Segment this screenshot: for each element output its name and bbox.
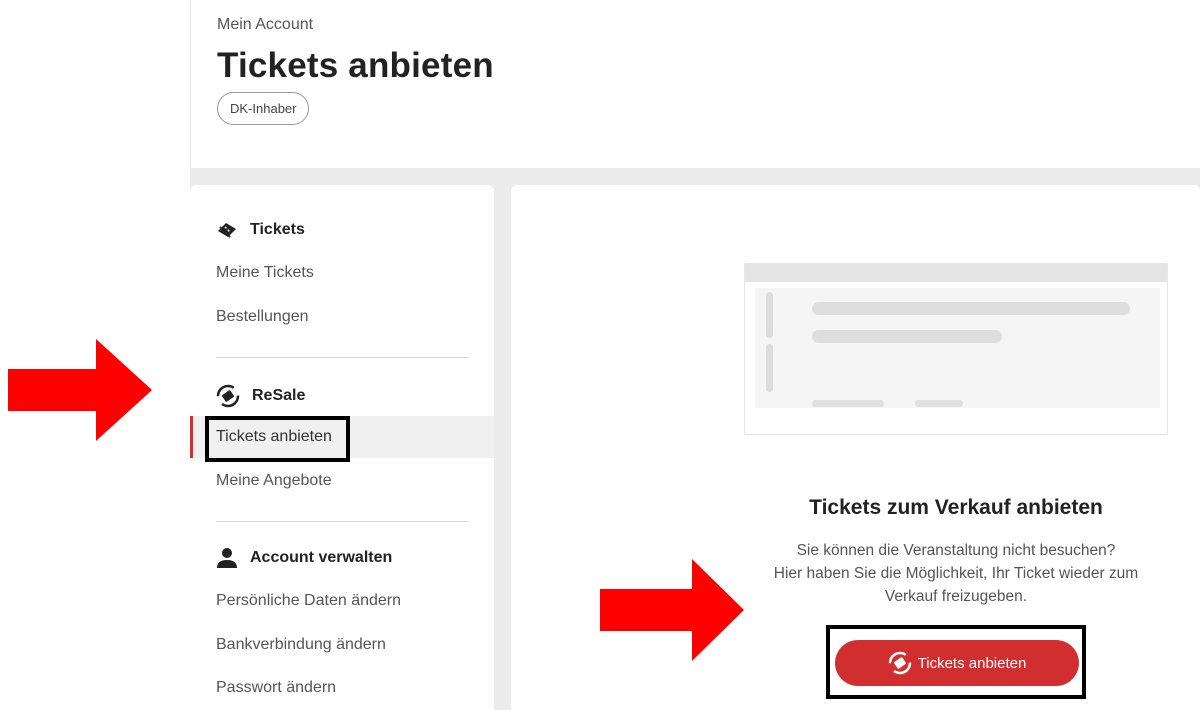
page-title: Tickets anbieten	[217, 46, 494, 85]
highlight-box	[205, 416, 350, 462]
sidebar-section-title: Account verwalten	[250, 549, 393, 566]
arrow-right-icon	[8, 339, 152, 441]
cta-description: Sie können die Veranstaltung nicht besuc…	[735, 539, 1177, 608]
illustration-stub	[766, 344, 773, 392]
sidebar-section-title: ReSale	[252, 387, 306, 404]
sidebar-item-meine-tickets[interactable]: Meine Tickets	[190, 252, 494, 294]
cta-text-line: Sie können die Veranstaltung nicht besuc…	[796, 542, 1116, 559]
user-icon	[217, 548, 237, 568]
sidebar-item-meine-angebote[interactable]: Meine Angebote	[190, 460, 494, 502]
cta-text-line: Hier haben Sie die Möglichkeit, Ihr Tick…	[773, 565, 1139, 582]
ticket-icon	[218, 223, 236, 238]
arrow-right-icon	[600, 559, 744, 661]
illustration-line	[812, 302, 1130, 315]
illustration-line	[812, 330, 1002, 343]
ticket-placeholder-illustration	[744, 263, 1168, 435]
resale-icon	[216, 384, 240, 408]
sidebar-item-passwort[interactable]: Passwort ändern	[190, 667, 494, 709]
cta-text-line: Verkauf freizugeben.	[884, 588, 1028, 605]
breadcrumb[interactable]: Mein Account	[217, 16, 313, 34]
sidebar-item-bankverbindung[interactable]: Bankverbindung ändern	[190, 624, 494, 666]
illustration-topbar	[745, 264, 1167, 282]
sidebar-item-bestellungen[interactable]: Bestellungen	[190, 296, 494, 338]
sidebar-section-title: Tickets	[250, 221, 305, 238]
sidebar-section-account: Account verwalten	[216, 547, 392, 569]
illustration-line	[812, 400, 884, 407]
illustration-stub	[766, 292, 773, 338]
status-badge: DK-Inhaber	[217, 92, 310, 125]
divider	[216, 357, 468, 358]
highlight-box	[826, 625, 1086, 699]
sidebar-section-tickets: Tickets	[216, 221, 305, 239]
divider	[216, 521, 468, 522]
cta-heading: Tickets zum Verkauf anbieten	[809, 496, 1103, 519]
illustration-line	[915, 400, 963, 407]
sidebar-section-resale: ReSale	[216, 384, 305, 408]
page: Mein Account Tickets anbieten DK-Inhaber…	[0, 0, 1200, 710]
sidebar-item-persoenliche-daten[interactable]: Persönliche Daten ändern	[190, 580, 494, 622]
illustration-card	[755, 288, 1160, 408]
page-header: Mein Account Tickets anbieten DK-Inhaber	[190, 0, 1200, 168]
